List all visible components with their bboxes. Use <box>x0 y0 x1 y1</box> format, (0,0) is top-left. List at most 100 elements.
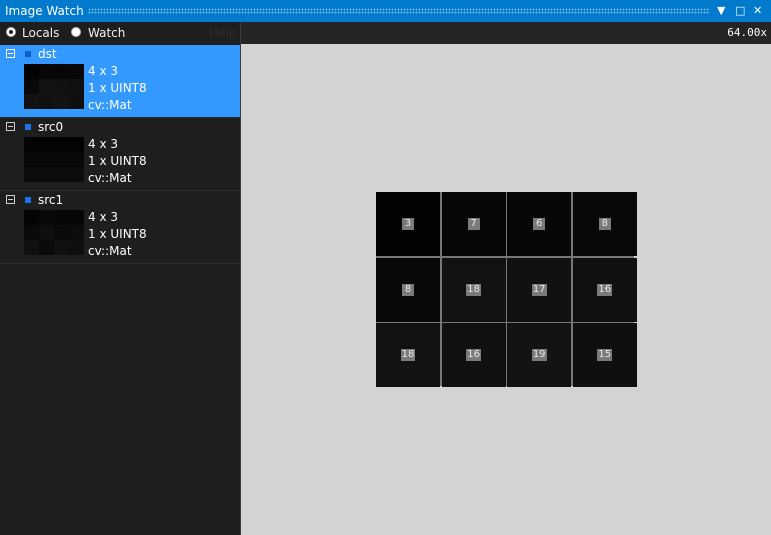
variable-entry-dst[interactable]: dst4 x 31 x UINT8cv::Mat <box>0 45 240 118</box>
thumbnail-pixel <box>39 94 54 109</box>
source-options: Locals Watch Help <box>0 22 240 45</box>
thumbnail-pixel <box>24 167 39 182</box>
variable-info: 4 x 31 x UINT8cv::Mat <box>88 63 147 114</box>
thumbnail-pixel <box>54 137 69 152</box>
dropdown-icon[interactable]: ▼ <box>717 3 725 19</box>
variable-name: src1 <box>38 193 64 207</box>
thumbnail-pixel <box>69 225 84 240</box>
thumbnail-pixel <box>69 64 84 79</box>
thumbnail-pixel <box>39 152 54 167</box>
pixel-cell[interactable]: 16 <box>572 257 637 322</box>
zoom-level: 64.00x <box>727 26 767 39</box>
thumbnail-pixel <box>24 152 39 167</box>
thumbnail-pixel <box>24 210 39 225</box>
thumbnail-pixel <box>24 64 39 79</box>
variable-name: dst <box>38 47 57 61</box>
thumbnail-pixel <box>54 94 69 109</box>
variable-entry-src1[interactable]: src14 x 31 x UINT8cv::Mat <box>0 191 240 264</box>
pixel-value: 8 <box>598 218 611 230</box>
viewer-toolbar: 64.00x <box>241 22 771 44</box>
variable-name: src0 <box>38 120 64 134</box>
pixel-cell[interactable]: 18 <box>441 257 506 322</box>
pixel-cell[interactable]: 19 <box>507 323 572 388</box>
collapse-icon[interactable] <box>6 195 15 204</box>
thumbnail-pixel <box>39 137 54 152</box>
thumbnail-pixel <box>69 79 84 94</box>
variable-channels: 1 x UINT8 <box>88 154 147 168</box>
collapse-icon[interactable] <box>6 49 15 58</box>
pixel-cell[interactable]: 17 <box>507 257 572 322</box>
image-thumbnail[interactable] <box>24 210 84 255</box>
thumbnail-pixel <box>54 152 69 167</box>
variable-size: 4 x 3 <box>88 64 118 78</box>
thumbnail-pixel <box>54 225 69 240</box>
variable-type: cv::Mat <box>88 244 132 258</box>
thumbnail-pixel <box>39 79 54 94</box>
pixel-cell[interactable]: 6 <box>507 192 572 256</box>
pixel-value: 6 <box>533 218 546 230</box>
thumbnail-pixel <box>54 210 69 225</box>
variables-panel: Locals Watch Help dst 4 x 31 x UINT8 cv::M… <box>0 22 240 535</box>
pixel-value: 16 <box>466 349 481 362</box>
watch-radio[interactable] <box>71 27 81 37</box>
thumbnail-pixel <box>39 210 54 225</box>
thumbnail-pixel <box>39 225 54 240</box>
thumbnail-pixel <box>54 240 69 255</box>
variable-info: 4 x 31 x UINT8cv::Mat <box>88 136 147 187</box>
image-thumbnail[interactable] <box>24 64 84 109</box>
image-viewer[interactable]: 3 7 6 8 8 18 17 16 18 16 19 15 <box>241 44 771 535</box>
variable-size: 4 x 3 <box>88 137 118 151</box>
thumbnail-pixel <box>54 167 69 182</box>
thumbnail-pixel <box>39 64 54 79</box>
close-icon[interactable]: ✕ <box>753 3 762 19</box>
thumbnail-pixel <box>39 240 54 255</box>
window-title: Image Watch <box>5 4 84 18</box>
pixel-value: 19 <box>531 349 547 362</box>
pixel-value: 15 <box>597 349 613 362</box>
variable-channels: 1 x UINT8 <box>88 227 147 241</box>
thumbnail-pixel <box>54 79 69 94</box>
pixel-value: 3 <box>402 218 414 230</box>
pixel-cell[interactable]: 8 <box>572 192 637 256</box>
pixel-value: 18 <box>400 349 416 362</box>
variable-type-icon <box>25 51 31 57</box>
watch-label[interactable]: Watch <box>88 25 125 41</box>
variable-size: 4 x 3 <box>88 210 118 224</box>
thumbnail-pixel <box>69 137 84 152</box>
thumbnail-pixel <box>54 64 69 79</box>
help-link[interactable]: Help <box>209 25 236 41</box>
pixel-value: 18 <box>466 283 481 296</box>
thumbnail-pixel <box>24 240 39 255</box>
image-thumbnail[interactable] <box>24 137 84 182</box>
thumbnail-pixel <box>69 167 84 182</box>
variable-type: cv::Mat <box>88 98 132 112</box>
variable-type-icon <box>25 124 31 130</box>
pixel-cell[interactable]: 18 <box>376 323 440 388</box>
thumbnail-pixel <box>69 210 84 225</box>
variable-type-icon <box>25 197 31 203</box>
collapse-icon[interactable] <box>6 122 15 131</box>
pixel-cell[interactable]: 3 <box>376 192 440 256</box>
pixel-grid[interactable]: 3 7 6 8 8 18 17 16 18 16 19 15 <box>376 192 637 388</box>
variable-entry-src0[interactable]: src04 x 31 x UINT8cv::Mat <box>0 118 240 191</box>
thumbnail-pixel <box>24 137 39 152</box>
maximize-icon[interactable]: □ <box>735 3 745 19</box>
pixel-cell[interactable]: 15 <box>572 323 637 388</box>
locals-label[interactable]: Locals <box>22 25 59 41</box>
pixel-value: 17 <box>531 283 547 296</box>
pixel-cell[interactable]: 7 <box>441 192 506 256</box>
title-grip[interactable] <box>88 8 710 14</box>
thumbnail-pixel <box>69 94 84 109</box>
variable-type: cv::Mat <box>88 171 132 185</box>
thumbnail-pixel <box>39 167 54 182</box>
pixel-cell[interactable]: 16 <box>441 323 506 388</box>
variable-info: 4 x 31 x UINT8cv::Mat <box>88 209 147 260</box>
pixel-cell[interactable]: 8 <box>376 257 440 322</box>
title-bar: Image Watch ▼ □ ✕ <box>0 0 771 22</box>
pixel-value: 8 <box>402 283 414 296</box>
locals-radio[interactable] <box>6 27 16 37</box>
thumbnail-pixel <box>24 79 39 94</box>
thumbnail-pixel <box>69 152 84 167</box>
pixel-value: 7 <box>467 218 480 230</box>
variable-channels: 1 x UINT8 <box>88 81 147 95</box>
